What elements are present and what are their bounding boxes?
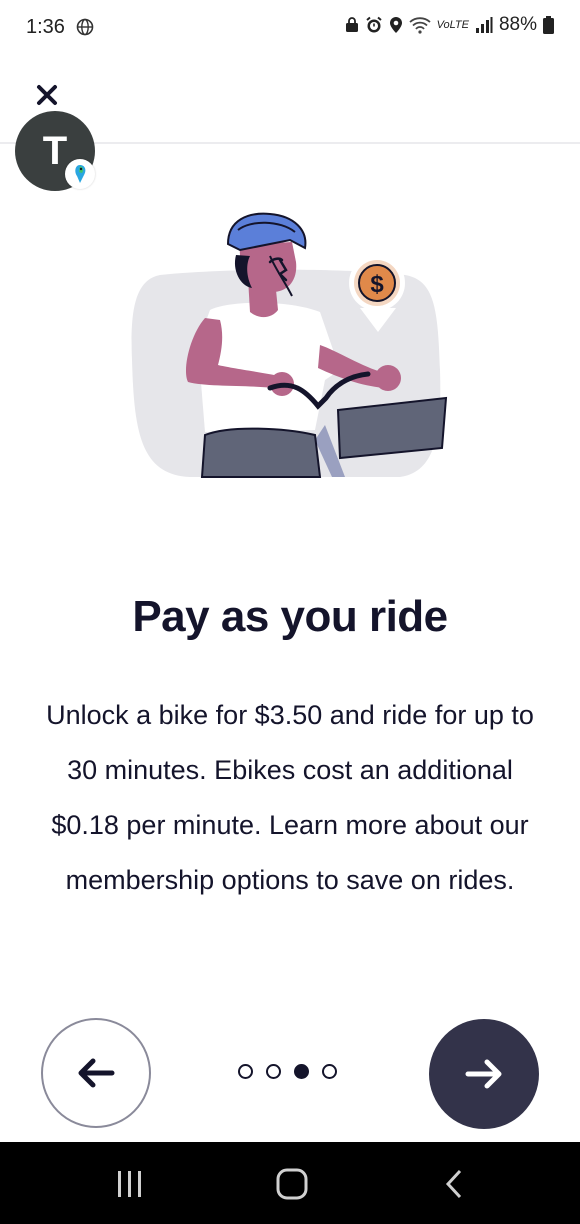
home-icon <box>276 1168 308 1200</box>
system-navigation-bar <box>0 1142 580 1224</box>
signal-icon <box>475 17 493 33</box>
network-label: VoLTE <box>436 19 469 31</box>
next-button[interactable] <box>429 1019 539 1129</box>
page-indicator <box>238 1064 337 1079</box>
home-button[interactable] <box>262 1162 322 1206</box>
page-dot-active <box>294 1064 309 1079</box>
coin-dollar-sign: $ <box>370 271 384 298</box>
rider-illustration: $ <box>131 200 448 478</box>
close-button[interactable] <box>30 78 64 112</box>
pin-shape <box>348 200 408 252</box>
arrow-left-icon <box>78 1058 115 1088</box>
previous-button[interactable] <box>41 1018 151 1128</box>
status-bar: 1:36 VoLTE 88% <box>0 0 580 56</box>
recent-apps-icon <box>118 1171 141 1197</box>
wifi-icon <box>408 17 431 34</box>
app-badge-icon <box>65 159 95 189</box>
status-icons: VoLTE 88% <box>345 14 554 36</box>
battery-icon <box>543 16 554 34</box>
location-icon <box>389 17 402 33</box>
alarm-icon <box>365 16 382 33</box>
recent-apps-button[interactable] <box>100 1162 160 1206</box>
back-nav-button[interactable] <box>424 1162 484 1206</box>
page-title: Pay as you ride <box>132 592 448 641</box>
arrow-right-icon <box>465 1059 502 1089</box>
globe-icon <box>76 18 94 36</box>
page-dot <box>322 1064 337 1079</box>
battery-level: 88% <box>498 14 537 35</box>
avatar[interactable]: T <box>15 111 95 191</box>
status-time: 1:36 <box>26 16 65 38</box>
page-description: Unlock a bike for $3.50 and ride for up … <box>46 700 534 895</box>
page-dot <box>266 1064 281 1079</box>
lock-icon <box>345 17 358 32</box>
close-icon <box>37 85 57 105</box>
rider-pants <box>200 427 322 478</box>
back-chevron-icon <box>445 1169 462 1199</box>
page-dot <box>238 1064 253 1079</box>
